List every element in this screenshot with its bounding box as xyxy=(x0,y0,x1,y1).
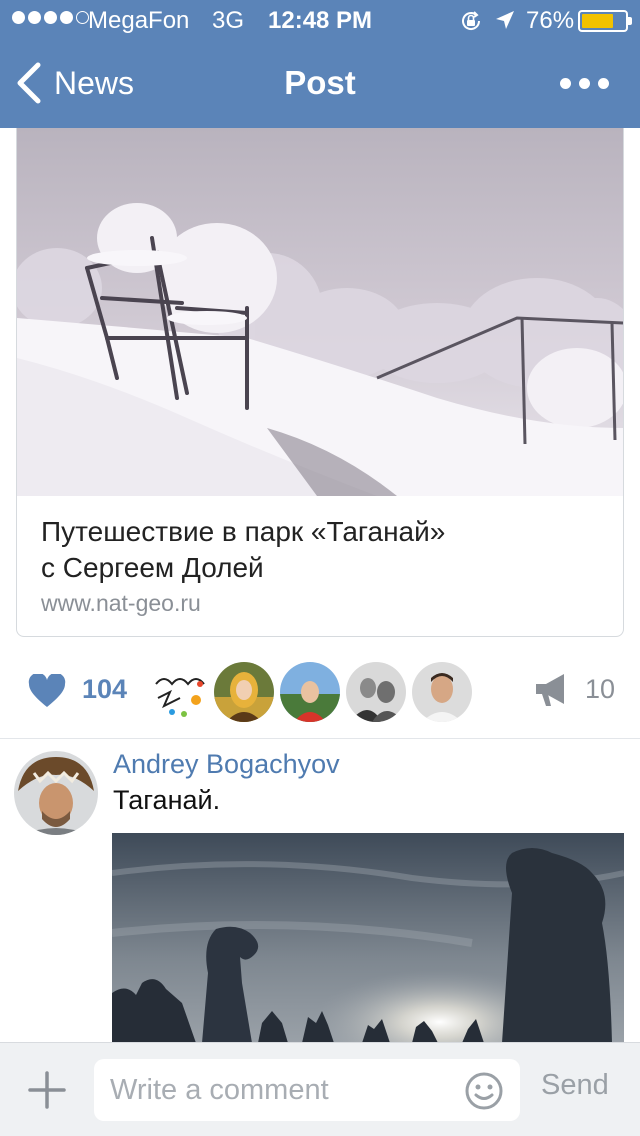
comment-input[interactable] xyxy=(110,1069,440,1111)
heart-icon[interactable] xyxy=(28,674,66,708)
comment-composer: Send xyxy=(0,1042,640,1136)
link-card[interactable]: Путешествие в парк «Таганай» с Сергеем Д… xyxy=(16,128,624,637)
link-title-line1: Путешествие в парк «Таганай» xyxy=(41,516,446,547)
link-title[interactable]: Путешествие в парк «Таганай» с Сергеем Д… xyxy=(41,514,601,586)
link-title-line2: с Сергеем Долей xyxy=(41,552,264,583)
megaphone-icon[interactable] xyxy=(534,672,572,708)
comment-author-name[interactable]: Andrey Bogachyov xyxy=(113,749,340,780)
likes-count[interactable]: 104 xyxy=(82,674,127,705)
top-bar: MegaFon 3G 12:48 PM 76% News Post xyxy=(0,0,640,128)
battery-level-fill xyxy=(582,14,613,28)
status-bar: MegaFon 3G 12:48 PM 76% xyxy=(0,0,640,40)
divider xyxy=(0,738,640,739)
comment-text: Таганай. xyxy=(113,785,221,815)
link-preview-image xyxy=(17,128,623,496)
link-domain: www.nat-geo.ru xyxy=(41,590,201,616)
send-button[interactable]: Send xyxy=(541,1069,609,1102)
reactions-bar: 104 10 xyxy=(0,650,640,738)
smiley-icon[interactable] xyxy=(464,1071,504,1111)
shares-count[interactable]: 10 xyxy=(585,674,615,705)
orientation-lock-icon xyxy=(462,11,481,30)
avatar[interactable] xyxy=(150,662,210,722)
avatar[interactable] xyxy=(346,662,406,722)
status-time: 12:48 PM xyxy=(268,7,373,34)
comment-author-avatar[interactable] xyxy=(14,751,98,835)
battery-percent: 76% xyxy=(526,7,575,34)
network-type: 3G xyxy=(212,7,245,34)
comment-field[interactable] xyxy=(94,1059,520,1121)
navigation-bar: News Post xyxy=(0,40,640,128)
avatar[interactable] xyxy=(214,662,274,722)
comment-attached-photo[interactable] xyxy=(112,833,624,1043)
battery-icon xyxy=(578,10,632,32)
page-title: Post xyxy=(284,64,356,101)
carrier-name: MegaFon xyxy=(88,7,190,34)
plus-icon[interactable] xyxy=(28,1071,66,1109)
ellipsis-icon[interactable] xyxy=(560,70,616,96)
signal-strength-icon xyxy=(12,11,89,24)
avatar[interactable] xyxy=(280,662,340,722)
location-arrow-icon xyxy=(496,11,514,29)
avatar[interactable] xyxy=(412,662,472,722)
